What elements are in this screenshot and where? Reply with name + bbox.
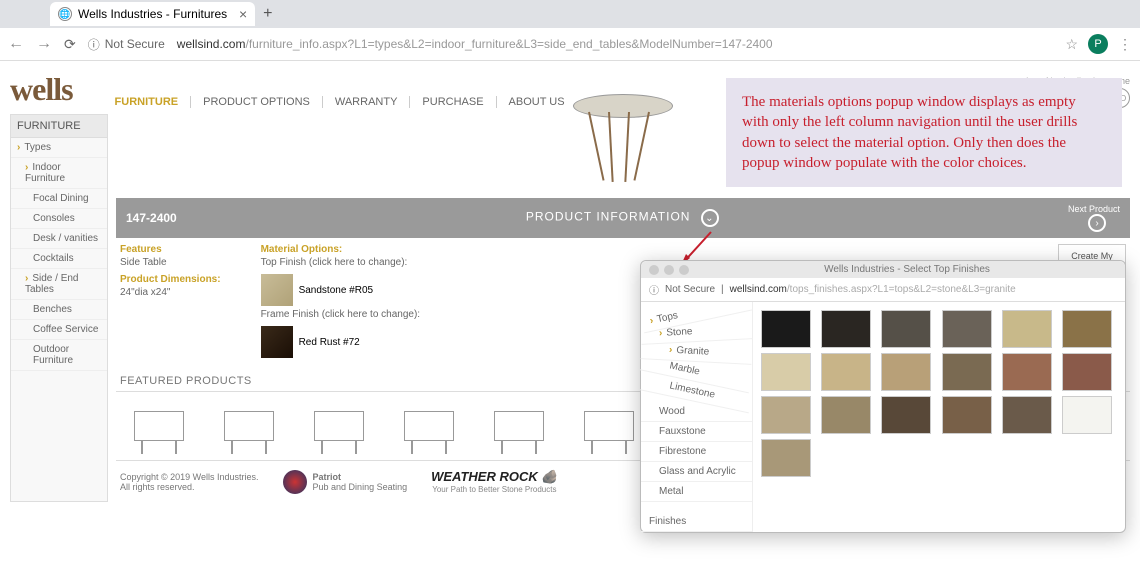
- nav-product-options[interactable]: PRODUCT OPTIONS: [190, 96, 322, 108]
- popup-sidebar: TopsStoneGraniteMarbleLimestoneWoodFauxs…: [641, 302, 753, 532]
- site-logo[interactable]: wells: [10, 71, 73, 108]
- color-swatch[interactable]: [1002, 310, 1052, 348]
- color-swatch[interactable]: [1062, 353, 1112, 391]
- color-swatch[interactable]: [1002, 396, 1052, 434]
- chevron-down-icon[interactable]: ⌄: [701, 209, 719, 227]
- left-sidebar: FURNITURE TypesIndoor FurnitureFocal Din…: [10, 114, 108, 502]
- weather-rock-sub: Your Path to Better Stone Products: [431, 485, 557, 494]
- sidebar-item[interactable]: Desk / vanities: [11, 229, 107, 249]
- color-swatch[interactable]: [821, 310, 871, 348]
- bookmark-icon[interactable]: ☆: [1065, 36, 1078, 53]
- sidebar-item[interactable]: Side / End Tables: [11, 269, 107, 300]
- info-icon: ⓘ: [649, 282, 659, 297]
- top-nav: FURNITUREPRODUCT OPTIONSWARRANTYPURCHASE…: [103, 96, 577, 108]
- featured-item[interactable]: [120, 400, 198, 452]
- forward-button[interactable]: →: [36, 35, 52, 53]
- annotation-text: The materials options popup window displ…: [742, 92, 1106, 173]
- popup-url[interactable]: wellsind.com/tops_finishes.aspx?L1=tops&…: [730, 284, 1016, 295]
- nav-warranty[interactable]: WARRANTY: [322, 96, 410, 108]
- info-title: PRODUCT INFORMATION ⌄: [177, 209, 1068, 227]
- frame-finish-link[interactable]: Frame Finish (click here to change):: [261, 309, 421, 320]
- sidebar-item[interactable]: Focal Dining: [11, 189, 107, 209]
- browser-tab[interactable]: 🌐 Wells Industries - Furnitures ×: [50, 2, 255, 26]
- color-swatch[interactable]: [881, 396, 931, 434]
- product-info-bar: 147-2400 PRODUCT INFORMATION ⌄ Next Prod…: [116, 198, 1130, 238]
- color-swatch[interactable]: [942, 310, 992, 348]
- address-bar: ← → ⟳ ⓘ Not Secure wellsind.com/furnitur…: [0, 28, 1140, 60]
- security-indicator[interactable]: ⓘ Not Secure: [88, 36, 165, 53]
- copyright: Copyright © 2019 Wells Industries.: [120, 472, 259, 482]
- new-tab-button[interactable]: +: [263, 5, 272, 23]
- popup-side-item[interactable]: Metal: [641, 482, 752, 502]
- globe-icon: 🌐: [58, 7, 72, 21]
- top-finish-name: Sandstone #R05: [299, 285, 374, 296]
- featured-item[interactable]: [300, 400, 378, 452]
- popup-security: Not Secure: [665, 284, 715, 295]
- color-swatch[interactable]: [761, 439, 811, 477]
- weather-rock-logo: WEATHER ROCK 🪨: [431, 469, 557, 485]
- patriot-label: Patriot: [313, 472, 408, 482]
- next-product-button[interactable]: Next Product ›: [1068, 204, 1120, 232]
- frame-finish-swatch[interactable]: [261, 326, 293, 358]
- popup-side-item[interactable]: Fibrestone: [641, 442, 752, 462]
- color-swatch[interactable]: [942, 353, 992, 391]
- color-swatch[interactable]: [1002, 353, 1052, 391]
- featured-item[interactable]: [390, 400, 468, 452]
- sidebar-title: FURNITURE: [11, 115, 107, 138]
- menu-icon[interactable]: ⋮: [1118, 36, 1132, 53]
- patriot-sub: Pub and Dining Seating: [313, 482, 408, 492]
- nav-purchase[interactable]: PURCHASE: [409, 96, 495, 108]
- swatch-grid: [753, 302, 1125, 532]
- dimensions-label: Product Dimensions:: [120, 274, 221, 285]
- sidebar-item[interactable]: Types: [11, 138, 107, 158]
- features-label: Features: [120, 244, 221, 255]
- sidebar-item[interactable]: Benches: [11, 300, 107, 320]
- color-swatch[interactable]: [1062, 310, 1112, 348]
- tab-title: Wells Industries - Furnitures: [78, 7, 227, 21]
- top-finish-link[interactable]: Top Finish (click here to change):: [261, 257, 421, 268]
- color-swatch[interactable]: [821, 396, 871, 434]
- color-swatch[interactable]: [1062, 396, 1112, 434]
- popup-title: Wells Industries - Select Top Finishes: [697, 264, 1117, 275]
- back-button[interactable]: ←: [8, 35, 24, 53]
- url-field[interactable]: wellsind.com/furniture_info.aspx?L1=type…: [177, 37, 1054, 51]
- color-swatch[interactable]: [761, 396, 811, 434]
- profile-avatar[interactable]: P: [1088, 34, 1108, 54]
- sidebar-item[interactable]: Consoles: [11, 209, 107, 229]
- nav-furniture[interactable]: FURNITURE: [103, 96, 191, 108]
- color-swatch[interactable]: [761, 353, 811, 391]
- close-icon[interactable]: ×: [239, 6, 247, 22]
- popup-side-item[interactable]: Fauxstone: [641, 422, 752, 442]
- chevron-right-icon: ›: [1088, 214, 1106, 232]
- tab-bar: 🌐 Wells Industries - Furnitures × +: [0, 0, 1140, 28]
- featured-item[interactable]: [210, 400, 288, 452]
- dimensions-value: 24"dia x24": [120, 287, 221, 298]
- sidebar-item[interactable]: Coffee Service: [11, 320, 107, 340]
- material-options-label: Material Options:: [261, 244, 421, 255]
- featured-item[interactable]: [570, 400, 648, 452]
- sidebar-item[interactable]: Cocktails: [11, 249, 107, 269]
- rights: All rights reserved.: [120, 482, 259, 492]
- materials-popup: Wells Industries - Select Top Finishes ⓘ…: [640, 260, 1126, 533]
- features-value: Side Table: [120, 257, 221, 268]
- model-number: 147-2400: [126, 211, 177, 225]
- popup-side-item[interactable]: Glass and Acrylic: [641, 462, 752, 482]
- color-swatch[interactable]: [881, 310, 931, 348]
- frame-finish-name: Red Rust #72: [299, 337, 360, 348]
- annotation-callout: The materials options popup window displ…: [726, 78, 1122, 187]
- color-swatch[interactable]: [761, 310, 811, 348]
- reload-button[interactable]: ⟳: [64, 36, 76, 53]
- top-finish-swatch[interactable]: [261, 274, 293, 306]
- color-swatch[interactable]: [821, 353, 871, 391]
- patriot-icon: [283, 470, 307, 494]
- featured-item[interactable]: [480, 400, 558, 452]
- popup-finishes-link[interactable]: Finishes: [641, 512, 752, 532]
- sidebar-item[interactable]: Indoor Furniture: [11, 158, 107, 189]
- color-swatch[interactable]: [942, 396, 992, 434]
- color-swatch[interactable]: [881, 353, 931, 391]
- window-controls[interactable]: [649, 265, 689, 275]
- sidebar-item[interactable]: Outdoor Furniture: [11, 340, 107, 371]
- info-icon: ⓘ: [88, 36, 100, 53]
